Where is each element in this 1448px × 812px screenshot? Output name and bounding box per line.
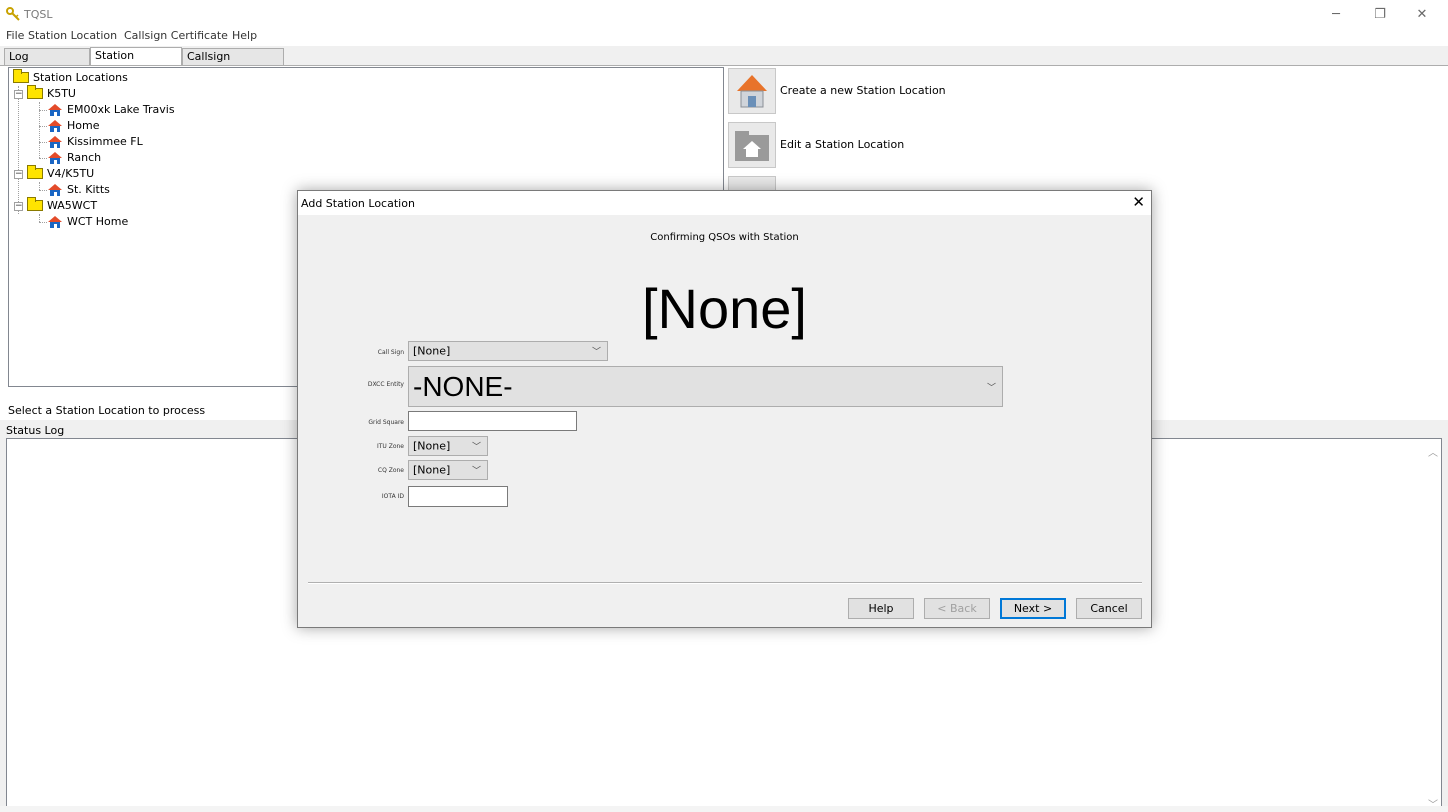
select-hint: Select a Station Location to process	[8, 404, 206, 417]
title-bar: TQSL ─ ❐ ✕	[0, 0, 1448, 28]
folder-icon	[13, 69, 29, 83]
call-sign-label: Call Sign	[377, 349, 404, 356]
station-name-display: [None]	[642, 277, 807, 340]
minimize-button[interactable]: ─	[1318, 4, 1354, 26]
tree-root-label: Station Locations	[33, 71, 128, 84]
itu-zone-select[interactable]: [None] ﹀	[408, 436, 488, 456]
call-sign-value: [None]	[413, 344, 451, 358]
tree-item-label: WCT Home	[67, 215, 129, 228]
chevron-down-icon: ﹀	[471, 466, 481, 477]
tree-item-label: Ranch	[67, 151, 102, 164]
tree-item-label: WA5WCT	[47, 199, 98, 212]
itu-zone-label: ITU Zone	[376, 443, 404, 450]
next-button[interactable]: Next >	[1000, 598, 1066, 619]
edit-location-label: Edit a Station Location	[780, 138, 905, 151]
house-icon	[48, 184, 62, 196]
create-location-label: Create a new Station Location	[780, 84, 946, 97]
cq-zone-label: CQ Zone	[377, 467, 404, 474]
expander-v4-k5tu[interactable]: −	[14, 170, 23, 179]
cq-zone-select[interactable]: [None] ﹀	[408, 460, 488, 480]
dxcc-select[interactable]: -NONE- ﹀	[408, 366, 1003, 407]
house-icon	[48, 152, 62, 164]
tree-item-label: EM00xk Lake Travis	[67, 103, 175, 116]
tree-item-label: Home	[67, 119, 100, 132]
edit-location-button[interactable]	[728, 122, 776, 168]
cq-zone-value: [None]	[413, 463, 451, 477]
close-window-button[interactable]: ✕	[1404, 4, 1440, 26]
menu-station-location[interactable]: Station Location	[28, 29, 117, 42]
create-location-button[interactable]	[728, 68, 776, 114]
tree-item-label: V4/K5TU	[47, 167, 95, 180]
house-icon	[48, 120, 62, 132]
dialog-title: Add Station Location	[301, 197, 415, 210]
itu-zone-value: [None]	[413, 439, 451, 453]
tab-callsign-certificates[interactable]: Callsign Certificates	[182, 48, 284, 79]
dxcc-label: DXCC Entity	[367, 381, 404, 388]
iota-id-label: IOTA ID	[381, 493, 404, 500]
folder-icon	[27, 197, 43, 211]
chevron-down-icon: ﹀	[986, 382, 996, 392]
menu-help[interactable]: Help	[232, 29, 257, 42]
cancel-button[interactable]: Cancel	[1076, 598, 1142, 619]
house-icon	[48, 104, 62, 116]
status-bar	[0, 806, 1448, 812]
house-icon	[48, 136, 62, 148]
expander-wa5wct[interactable]: −	[14, 202, 23, 211]
call-sign-select[interactable]: [None] ﹀	[408, 341, 608, 361]
folder-icon	[27, 85, 43, 99]
tree-item-label: K5TU	[47, 87, 76, 100]
key-icon	[6, 7, 20, 21]
expander-k5tu[interactable]: −	[14, 90, 23, 99]
status-log-title: Status Log	[6, 424, 65, 437]
new-house-icon	[737, 75, 767, 108]
help-button[interactable]: Help	[848, 598, 914, 619]
window-title: TQSL	[24, 8, 53, 21]
folder-icon	[27, 165, 43, 179]
add-station-location-dialog: Add Station Location ✕ Confirming QSOs w…	[297, 190, 1152, 628]
menu-bar: File Station Location Callsign Certifica…	[0, 28, 1448, 46]
chevron-down-icon: ﹀	[591, 347, 601, 358]
grid-square-input[interactable]	[408, 411, 577, 431]
dialog-subtitle: Confirming QSOs with Station	[650, 232, 799, 243]
tab-log-operations[interactable]: Log Operations	[4, 48, 90, 79]
menu-file[interactable]: File	[6, 29, 24, 42]
chevron-down-icon: ﹀	[471, 442, 481, 453]
tree-item-label: Kissimmee FL	[67, 135, 143, 148]
house-icon	[48, 216, 62, 228]
scroll-up-icon[interactable]: ︿	[1428, 444, 1438, 459]
dialog-title-bar: Add Station Location ✕	[298, 191, 1151, 215]
dialog-close-icon[interactable]: ✕	[1132, 193, 1145, 211]
back-button[interactable]: < Back	[924, 598, 990, 619]
iota-id-input[interactable]	[408, 486, 508, 507]
tree-item-label: St. Kitts	[67, 183, 110, 196]
folder-house-icon	[735, 131, 769, 161]
restore-button[interactable]: ❐	[1362, 4, 1398, 26]
menu-callsign-certificate[interactable]: Callsign Certificate	[124, 29, 228, 42]
dxcc-value: -NONE-	[413, 370, 513, 402]
tab-station-locations[interactable]: Station Locations	[90, 47, 182, 78]
dialog-separator	[308, 582, 1142, 584]
grid-square-label: Grid Square	[368, 419, 404, 426]
